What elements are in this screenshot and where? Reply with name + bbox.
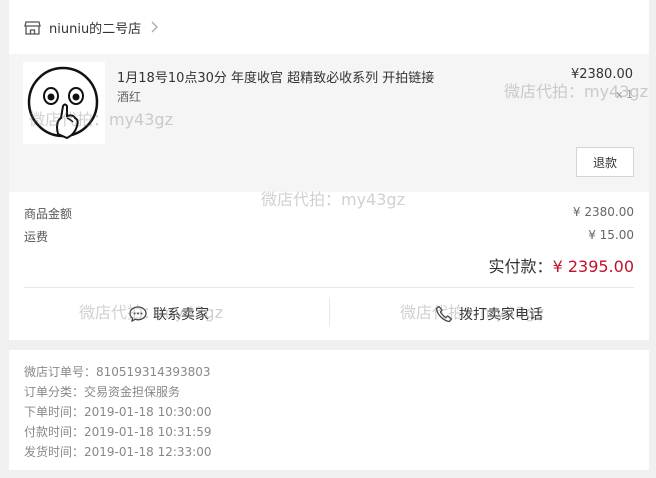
order-card: niuniu的二号店 1月18号10点30分 年度收官 超精致必收系列 开拍链接…: [9, 0, 649, 340]
order-category-line: 订单分类：交易资金担保服务: [24, 383, 180, 400]
order-info-card: 微店订单号：810519314393803 订单分类：交易资金担保服务 下单时间…: [9, 350, 649, 470]
payment-time-value: 2019-01-18 10:31:59: [84, 425, 212, 439]
goods-amount-label: 商品金额: [24, 207, 73, 221]
order-time-value: 2019-01-18 10:30:00: [84, 405, 212, 419]
order-category-label: 订单分类：: [24, 385, 85, 399]
goods-amount-row: 商品金额 ¥ 2380.00: [24, 205, 634, 222]
call-seller-label: 拨打卖家电话: [459, 307, 543, 323]
shop-header[interactable]: niuniu的二号店: [9, 0, 649, 54]
contact-seller-button[interactable]: 联系卖家: [9, 288, 329, 340]
order-time-line: 下单时间：2019-01-18 10:30:00: [24, 403, 211, 420]
shipping-label: 运费: [24, 230, 49, 244]
total-paid-label: 实付款：: [488, 257, 553, 276]
product-price: ¥2380.00: [570, 67, 633, 82]
shop-icon: [24, 19, 41, 36]
total-paid: 实付款：¥ 2395.00: [489, 253, 634, 277]
product-variant: 酒红: [117, 90, 142, 104]
phone-icon: [435, 305, 453, 323]
chevron-right-icon: [149, 21, 159, 33]
payment-time-line: 付款时间：2019-01-18 10:31:59: [24, 423, 211, 440]
contact-seller-label: 联系卖家: [153, 307, 209, 323]
ship-time-value: 2019-01-18 12:33:00: [84, 445, 212, 459]
order-time-label: 下单时间：: [24, 405, 85, 419]
order-category-value: 交易资金担保服务: [84, 385, 181, 399]
order-number-label: 微店订单号：: [24, 365, 97, 379]
product-item[interactable]: 1月18号10点30分 年度收官 超精致必收系列 开拍链接 酒红 ¥2380.0…: [9, 54, 649, 192]
refund-button[interactable]: 退款: [576, 147, 634, 177]
shipping-row: 运费 ¥ 15.00: [24, 228, 634, 245]
ship-time-label: 发货时间：: [24, 445, 85, 459]
product-title[interactable]: 1月18号10点30分 年度收官 超精致必收系列 开拍链接: [117, 67, 434, 86]
product-thumbnail[interactable]: [23, 62, 105, 144]
order-number-line: 微店订单号：810519314393803: [24, 363, 211, 380]
total-paid-value: ¥ 2395.00: [552, 257, 634, 276]
call-seller-button[interactable]: 拨打卖家电话: [329, 288, 649, 340]
shop-name: niuniu的二号店: [49, 21, 142, 37]
ship-time-line: 发货时间：2019-01-18 12:33:00: [24, 443, 211, 460]
order-number-value: 810519314393803: [96, 365, 211, 379]
goods-amount-value: ¥ 2380.00: [572, 205, 634, 219]
payment-time-label: 付款时间：: [24, 425, 85, 439]
product-quantity: x 1: [615, 88, 633, 101]
chat-icon: [129, 306, 147, 322]
shipping-value: ¥ 15.00: [588, 228, 634, 242]
